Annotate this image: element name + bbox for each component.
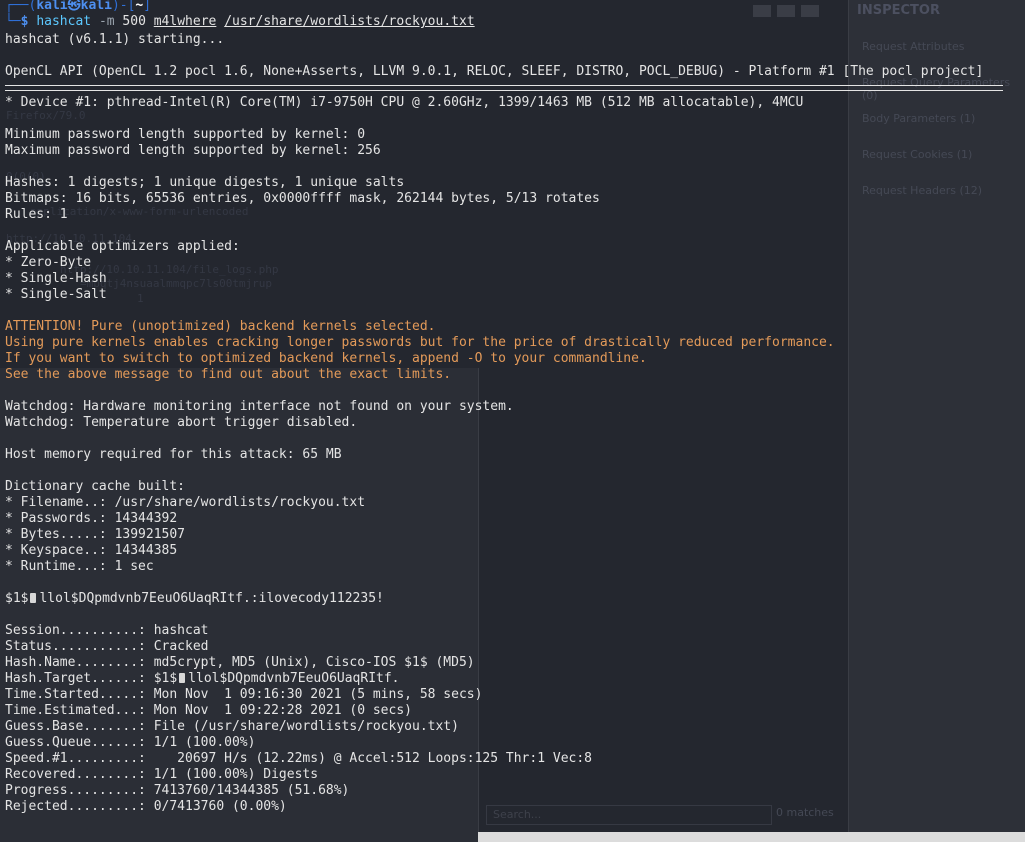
output-line: Watchdog: Hardware monitoring interface … bbox=[5, 399, 514, 414]
output-line: * Bytes.....: 139921507 bbox=[5, 527, 186, 542]
output-line: * Zero-Byte bbox=[5, 255, 92, 270]
output-line: * Device #1: pthread-Intel(R) Core(TM) i… bbox=[5, 95, 804, 110]
cracked-hash-result: llol$DQpmdvnb7EeuO6UaqRItf.:ilovecody112… bbox=[39, 591, 384, 606]
status-state: Status...........: Cracked bbox=[5, 639, 209, 654]
output-line: * Passwords.: 14344392 bbox=[5, 511, 178, 526]
warning-line: If you want to switch to optimized backe… bbox=[5, 351, 647, 366]
lock-icon bbox=[179, 673, 186, 683]
warning-line: ATTENTION! Pure (unoptimized) backend ke… bbox=[5, 319, 436, 334]
hash-target-prefix: Hash.Target......: $1$ bbox=[5, 671, 178, 686]
output-line: Dictionary cache built: bbox=[5, 479, 186, 494]
command-flag: -m bbox=[98, 14, 115, 29]
command-hash-file: m4lwhere bbox=[153, 14, 217, 29]
status-time-started: Time.Started.....: Mon Nov 1 09:16:30 20… bbox=[5, 687, 483, 702]
status-recovered: Recovered........: 1/1 (100.00%) Digests bbox=[5, 767, 319, 782]
output-line: OpenCL API (OpenCL 1.2 pocl 1.6, None+As… bbox=[5, 64, 984, 79]
output-line: Applicable optimizers applied: bbox=[5, 239, 240, 254]
status-time-estimated: Time.Estimated...: Mon Nov 1 09:22:28 20… bbox=[5, 703, 412, 718]
status-guess-base: Guess.Base.......: File (/usr/share/word… bbox=[5, 719, 459, 734]
output-line: * Single-Salt bbox=[5, 287, 107, 302]
prompt-separator-end: ] bbox=[143, 0, 152, 13]
output-line: * Filename..: /usr/share/wordlists/rocky… bbox=[5, 495, 366, 510]
output-line: hashcat (v6.1.1) starting... bbox=[5, 32, 225, 47]
status-hash-target: Hash.Target......: $1$ llol$DQpmdvnb7EeuO… bbox=[5, 671, 400, 687]
prompt-frame-bottom: └─ bbox=[5, 14, 21, 29]
command-mode: 500 bbox=[122, 14, 146, 29]
output-line: * Keyspace..: 14344385 bbox=[5, 543, 178, 558]
command-wordlist: /usr/share/wordlists/rockyou.txt bbox=[224, 14, 475, 29]
double-rule-divider bbox=[5, 85, 1003, 91]
warning-line: See the above message to find out about … bbox=[5, 367, 452, 382]
hash-target-rest: llol$DQpmdvnb7EeuO6UaqRItf. bbox=[188, 671, 400, 686]
status-speed: Speed.#1.........: 20697 H/s (12.22ms) @… bbox=[5, 751, 592, 766]
output-line: Maximum password length supported by ker… bbox=[5, 143, 381, 158]
output-line: Bitmaps: 16 bits, 65536 entries, 0x0000f… bbox=[5, 191, 600, 206]
cracked-hash-line: $1$ llol$DQpmdvnb7EeuO6UaqRItf.:ilovecody… bbox=[5, 591, 384, 607]
output-line: * Single-Hash bbox=[5, 271, 107, 286]
status-hash-name: Hash.Name........: md5crypt, MD5 (Unix),… bbox=[5, 655, 475, 670]
output-line: Host memory required for this attack: 65… bbox=[5, 447, 342, 462]
output-line: * Runtime...: 1 sec bbox=[5, 559, 154, 574]
prompt-separator: )-[ bbox=[111, 0, 136, 13]
output-line: Rules: 1 bbox=[5, 207, 68, 222]
warning-line: Using pure kernels enables cracking long… bbox=[5, 335, 835, 350]
status-progress: Progress.........: 7413760/14344385 (51.… bbox=[5, 783, 350, 798]
command-line[interactable]: └─$ hashcat -m 500 m4lwhere /usr/share/w… bbox=[5, 14, 475, 30]
prompt-frame-top: ┌──( bbox=[5, 0, 37, 13]
command-name: hashcat bbox=[36, 14, 92, 29]
prompt-line-1: ┌──(kali㉿kali)-[~] bbox=[5, 0, 151, 14]
lock-icon bbox=[30, 593, 37, 603]
prompt-symbol: $ bbox=[20, 14, 29, 29]
output-line: Watchdog: Temperature abort trigger disa… bbox=[5, 415, 358, 430]
terminal-window[interactable]: ┌──(kali㉿kali)-[~] └─$ hashcat -m 500 m4… bbox=[0, 0, 1010, 842]
status-guess-queue: Guess.Queue......: 1/1 (100.00%) bbox=[5, 735, 256, 750]
output-line: Hashes: 1 digests; 1 unique digests, 1 u… bbox=[5, 175, 405, 190]
cracked-hash-prefix: $1$ bbox=[5, 591, 29, 606]
status-session: Session..........: hashcat bbox=[5, 623, 209, 638]
prompt-user: kali㉿kali bbox=[36, 0, 112, 13]
output-line: Minimum password length supported by ker… bbox=[5, 127, 366, 142]
status-rejected: Rejected.........: 0/7413760 (0.00%) bbox=[5, 799, 287, 814]
